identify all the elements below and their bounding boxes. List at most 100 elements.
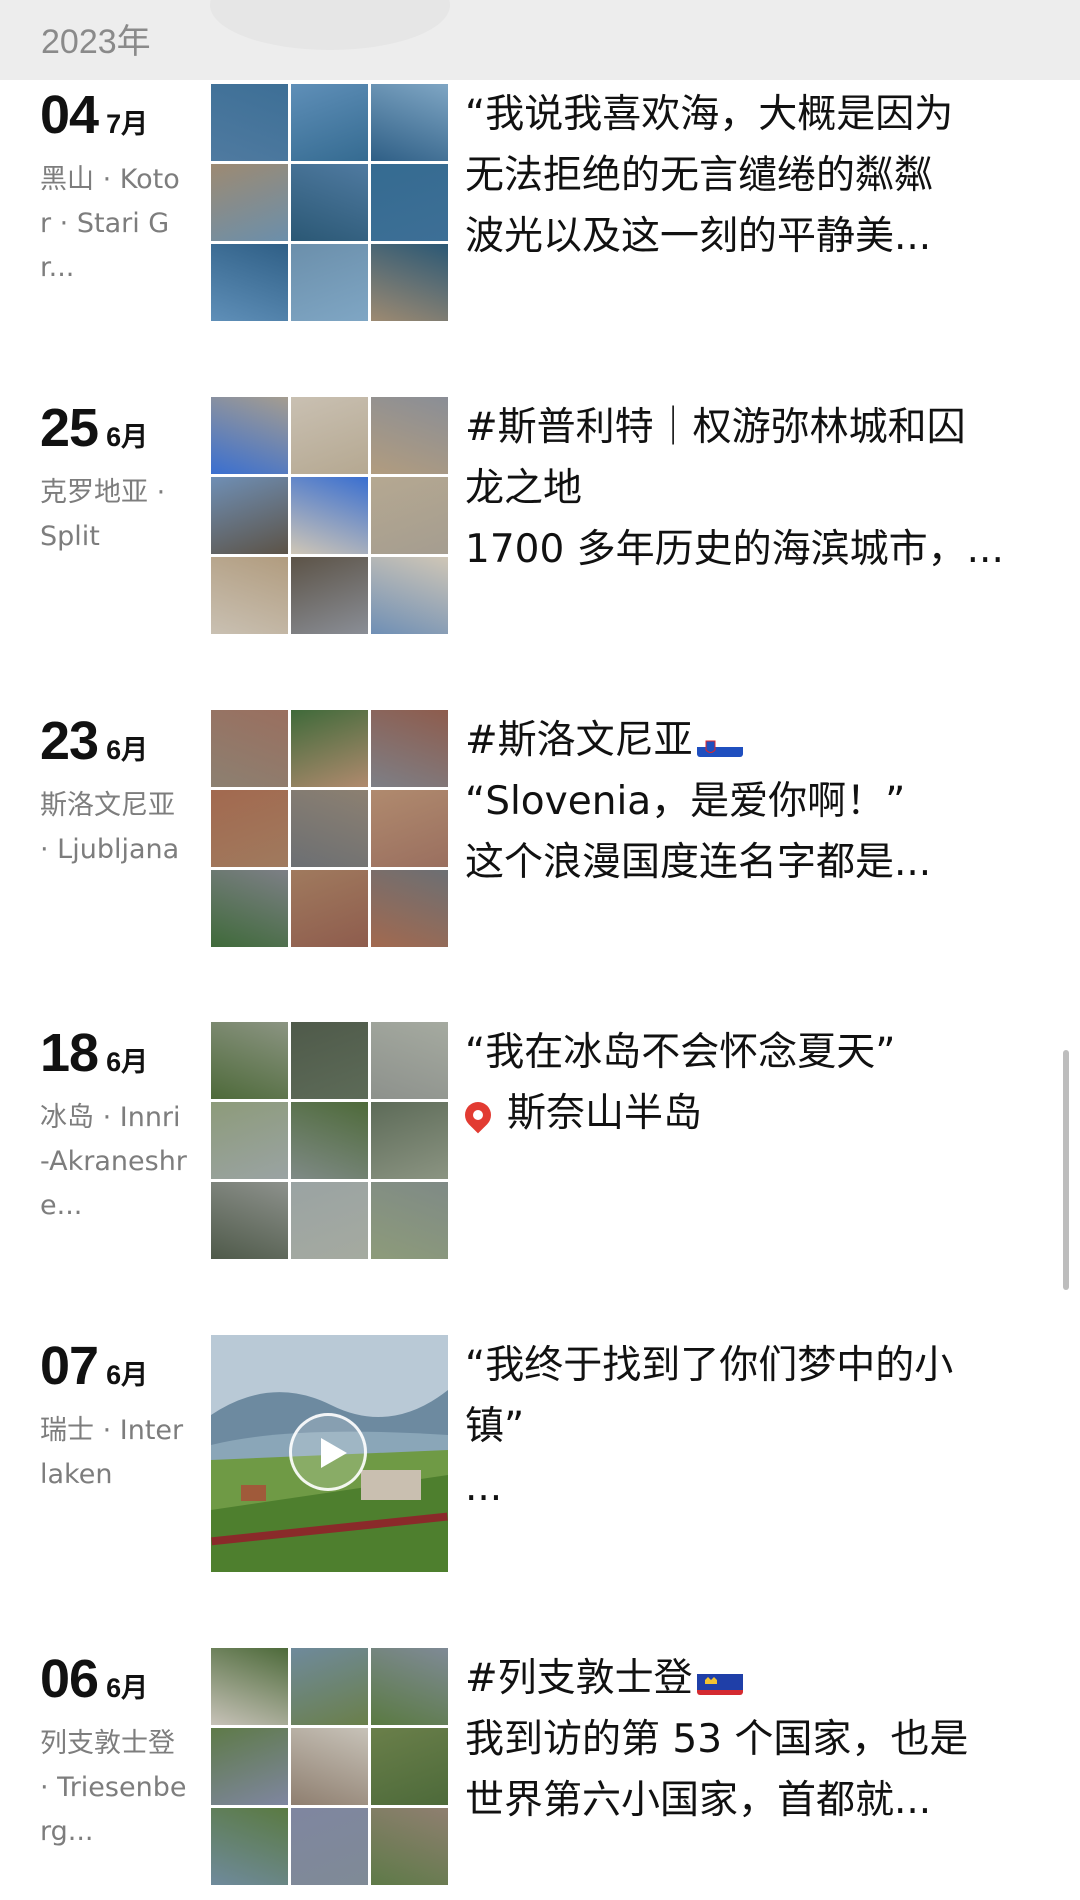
photo-thumbnail[interactable] (371, 790, 448, 867)
photo-thumbnail[interactable] (371, 1102, 448, 1179)
photo-thumbnail[interactable] (371, 1808, 448, 1885)
text-line-content: #列支敦士登 (465, 1656, 693, 1701)
photo-thumbnail[interactable] (291, 1022, 368, 1099)
photo-thumbnail[interactable] (371, 870, 448, 947)
photo-thumbnail[interactable] (371, 710, 448, 787)
entry-day: 06 (40, 1649, 99, 1709)
photo-thumbnail[interactable] (211, 1182, 288, 1259)
photo-thumbnail[interactable] (211, 1808, 288, 1885)
photo-thumbnail[interactable] (211, 870, 288, 947)
entry-month: 6月 (106, 1673, 149, 1703)
photo-thumbnail[interactable] (291, 1648, 368, 1725)
entry-date: 23 6月 (40, 714, 148, 768)
entry-date: 07 6月 (40, 1339, 148, 1393)
entry-day: 04 (40, 85, 99, 145)
entry-text[interactable]: #斯普利特｜权游弥林城和囚 龙之地 1700 多年历史的海滨城市，... (465, 397, 1025, 580)
year-header: 2023年 (0, 0, 1080, 80)
entry-location[interactable]: 冰岛 · Innri-Akraneshre... (40, 1096, 190, 1228)
photo-grid[interactable] (211, 84, 448, 321)
flag-liechtenstein-icon (696, 1663, 743, 1695)
entry-location[interactable]: 黑山 · Kotor · Stari Gr... (40, 158, 190, 290)
entry-day: 25 (40, 398, 99, 458)
entry-text[interactable]: “我说我喜欢海，大概是因为 无法拒绝的无言缱绻的粼粼 波光以及这一刻的平静美..… (465, 84, 1025, 267)
photo-thumbnail[interactable] (291, 870, 368, 947)
scrollbar[interactable] (1063, 1050, 1069, 1290)
text-line: 我到访的第 53 个国家，也是 (465, 1717, 969, 1762)
entry-text[interactable]: #斯洛文尼亚 “Slovenia，是爱你啊！” 这个浪漫国度连名字都是... (465, 710, 1025, 893)
text-line: 1700 多年历史的海滨城市，... (465, 527, 1004, 572)
entry-month: 6月 (106, 1047, 149, 1077)
photo-grid[interactable] (211, 710, 448, 947)
entry-month: 6月 (106, 735, 149, 765)
entry-location[interactable]: 列支敦士登 · Triesenberg... (40, 1722, 190, 1854)
photo-thumbnail[interactable] (371, 557, 448, 634)
photo-thumbnail[interactable] (291, 1102, 368, 1179)
photo-thumbnail[interactable] (291, 710, 368, 787)
photo-thumbnail[interactable] (371, 397, 448, 474)
photo-thumbnail[interactable] (371, 164, 448, 241)
text-line-content: #斯洛文尼亚 (465, 718, 693, 763)
play-icon[interactable] (289, 1413, 367, 1491)
text-line: #斯洛文尼亚 (465, 710, 1025, 771)
photo-thumbnail[interactable] (211, 1102, 288, 1179)
entry-text[interactable]: #列支敦士登 我到访的第 53 个国家，也是 世界第六小国家，首都就... (465, 1648, 1025, 1831)
entry-location[interactable]: 瑞士 · Interlaken (40, 1409, 190, 1497)
moment-entry[interactable]: 18 6月 冰岛 · Innri-Akraneshre... “我在冰岛不会怀念夏… (0, 1022, 1080, 1262)
photo-thumbnail[interactable] (371, 1648, 448, 1725)
photo-thumbnail[interactable] (291, 1182, 368, 1259)
photo-grid[interactable] (211, 397, 448, 634)
text-line: “我说我喜欢海，大概是因为 (465, 92, 954, 137)
text-line: 无法拒绝的无言缱绻的粼粼 (465, 153, 934, 198)
photo-thumbnail[interactable] (211, 1022, 288, 1099)
entry-location[interactable]: 斯洛文尼亚 · Ljubljana (40, 784, 190, 872)
moment-entry[interactable]: 06 6月 列支敦士登 · Triesenberg... #列支敦士登 我到访的第… (0, 1648, 1080, 1888)
entry-text[interactable]: “我终于找到了你们梦中的小 镇” ... (465, 1335, 1025, 1518)
entry-text[interactable]: “我在冰岛不会怀念夏天” 斯奈山半岛 (465, 1022, 1025, 1144)
photo-thumbnail[interactable] (291, 84, 368, 161)
photo-thumbnail[interactable] (211, 397, 288, 474)
photo-thumbnail[interactable] (371, 1728, 448, 1805)
photo-thumbnail[interactable] (291, 1808, 368, 1885)
photo-thumbnail[interactable] (211, 164, 288, 241)
moment-entry[interactable]: 04 7月 黑山 · Kotor · Stari Gr... “我说我喜欢海，大概… (0, 84, 1080, 324)
photo-thumbnail[interactable] (211, 1728, 288, 1805)
photo-thumbnail[interactable] (211, 1648, 288, 1725)
photo-thumbnail[interactable] (371, 1022, 448, 1099)
video-thumbnail[interactable] (211, 1335, 448, 1572)
photo-thumbnail[interactable] (371, 477, 448, 554)
photo-thumbnail[interactable] (291, 1728, 368, 1805)
photo-thumbnail[interactable] (291, 397, 368, 474)
entry-month: 6月 (106, 1360, 149, 1390)
text-line: 这个浪漫国度连名字都是... (465, 840, 932, 885)
photo-grid[interactable] (211, 1022, 448, 1259)
entry-date: 04 7月 (40, 88, 148, 142)
photo-thumbnail[interactable] (211, 710, 288, 787)
moment-entry[interactable]: 25 6月 克罗地亚 · Split #斯普利特｜权游弥林城和囚 龙之地 1700… (0, 397, 1080, 637)
entry-date: 06 6月 (40, 1652, 148, 1706)
photo-thumbnail[interactable] (291, 164, 368, 241)
photo-thumbnail[interactable] (211, 477, 288, 554)
photo-thumbnail[interactable] (371, 84, 448, 161)
photo-thumbnail[interactable] (291, 790, 368, 867)
photo-thumbnail[interactable] (371, 244, 448, 321)
photo-thumbnail[interactable] (371, 1182, 448, 1259)
photo-thumbnail[interactable] (291, 557, 368, 634)
flag-slovenia-icon (696, 725, 743, 757)
photo-thumbnail[interactable] (211, 790, 288, 867)
photo-thumbnail[interactable] (211, 84, 288, 161)
text-line: “我在冰岛不会怀念夏天” (465, 1030, 896, 1075)
photo-thumbnail[interactable] (291, 244, 368, 321)
text-line: #斯普利特｜权游弥林城和囚 (465, 405, 966, 450)
entry-date: 25 6月 (40, 401, 148, 455)
entry-month: 6月 (106, 422, 149, 452)
moment-entry[interactable]: 07 6月 瑞士 · Interlaken “我终于找到了你们梦中的小 镇” ..… (0, 1335, 1080, 1575)
photo-grid[interactable] (211, 1648, 448, 1885)
entry-location[interactable]: 克罗地亚 · Split (40, 471, 190, 559)
entry-date: 18 6月 (40, 1026, 148, 1080)
year-label: 2023年 (41, 23, 151, 61)
photo-thumbnail[interactable] (291, 477, 368, 554)
moment-entry[interactable]: 23 6月 斯洛文尼亚 · Ljubljana #斯洛文尼亚 “Slovenia，… (0, 710, 1080, 950)
photo-thumbnail[interactable] (211, 244, 288, 321)
entry-day: 18 (40, 1023, 99, 1083)
photo-thumbnail[interactable] (211, 557, 288, 634)
